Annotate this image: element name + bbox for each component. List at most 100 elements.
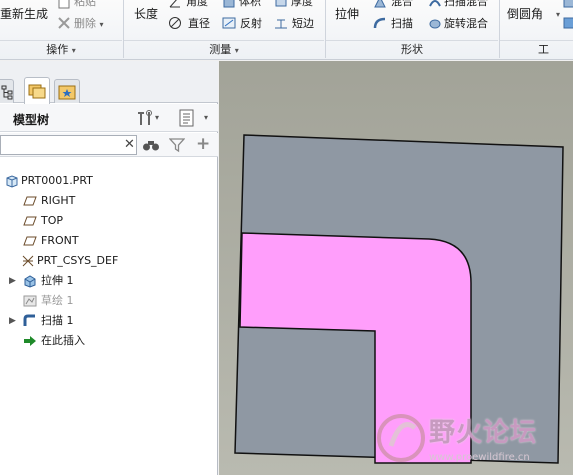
reflect-icon (222, 17, 236, 29)
watermark-logo-icon (377, 414, 425, 462)
sketch-icon (23, 295, 37, 307)
blend-icon (374, 0, 386, 8)
round-button[interactable]: 倒圆角 (507, 8, 543, 21)
round-dropdown-icon[interactable]: ▾ (556, 10, 560, 19)
tree-node-top[interactable]: TOP (0, 211, 200, 231)
paste-icon (58, 0, 70, 9)
delete-dropdown-icon[interactable]: ▾ (100, 20, 104, 29)
sweep-blend-button[interactable]: 扫描混合 (444, 0, 488, 8)
tree-node-sweep[interactable]: ▶ 扫描 1 (0, 311, 200, 331)
show-list-icon[interactable] (178, 109, 196, 127)
tree-node-extrude[interactable]: ▶ 拉伸 1 (0, 271, 200, 291)
watermark: 野火论坛 www.proewildfire.cn (369, 406, 569, 471)
tree-node-label: 草绘 1 (41, 294, 74, 307)
reflect-button[interactable]: 反射 (240, 17, 262, 30)
operations-dropdown-icon: ▾ (71, 46, 76, 55)
operations-group-label[interactable]: 操作 ▾ (0, 40, 122, 58)
expand-arrow-icon[interactable]: ▶ (9, 311, 16, 331)
hole-icon (563, 17, 573, 29)
short-edge-icon (275, 19, 287, 29)
operations-group: 重新生成 粘贴 删除 ▾ 操作 ▾ (0, 0, 122, 60)
clear-search-icon[interactable]: ✕ (124, 137, 135, 152)
graphics-viewport[interactable]: 野火论坛 www.proewildfire.cn (219, 61, 573, 475)
measure-group: 长度 角度 体积 厚度 直径 反射 短边 测量 ▾ (124, 0, 324, 60)
add-icon[interactable]: + (196, 134, 210, 154)
measure-group-label[interactable]: 测量 ▾ (124, 40, 324, 58)
csys-icon (22, 255, 34, 267)
sweep-icon (373, 17, 386, 29)
model-tree-title: 模型树 (13, 113, 50, 127)
volume-icon (223, 0, 235, 8)
model-tree-header: 模型树 ▾ ▾ (0, 104, 218, 132)
tree-node-label: TOP (41, 214, 64, 227)
watermark-title: 野火论坛 (429, 418, 538, 448)
thickness-icon (275, 0, 287, 7)
rotate-blend-button[interactable]: 旋转混合 (444, 17, 488, 30)
datum-plane-icon (23, 216, 37, 226)
ribbon: 重新生成 粘贴 删除 ▾ 操作 ▾ 长度 角度 体积 厚度 直径 反射 短边 测… (0, 0, 573, 60)
watermark-url: www.proewildfire.cn (429, 452, 530, 463)
measure-label: 测量 (209, 43, 232, 56)
shape-group: 拉伸 混合 扫描混合 扫描 旋转混合 形状 (326, 0, 498, 60)
settings-dropdown-icon[interactable]: ▾ (155, 113, 159, 122)
tree-node-front[interactable]: FRONT (0, 231, 200, 251)
tree-node-label: RIGHT (41, 194, 76, 207)
tree-node-csys[interactable]: PRT_CSYS_DEF (0, 251, 200, 271)
tree-node-label: PRT_CSYS_DEF (37, 254, 119, 267)
insert-here-icon (24, 336, 36, 346)
navigator-panel: 模型树 ▾ ▾ ✕ + PRT0001.PRT RIGHT TOP FRONT … (0, 61, 218, 475)
tree-node-insert-here[interactable]: 在此插入 (0, 331, 200, 351)
tree-node-part[interactable]: PRT0001.PRT (0, 171, 200, 191)
operations-label: 操作 (46, 43, 69, 56)
navigator-tabs (0, 61, 218, 104)
search-input[interactable] (0, 135, 137, 155)
regenerate-button[interactable]: 重新生成 (0, 8, 48, 21)
delete-button[interactable]: 删除 ▾ (74, 17, 104, 31)
paste-button[interactable]: 粘贴 (74, 0, 96, 8)
tree-node-label: 扫描 1 (41, 314, 74, 327)
tree-node-right[interactable]: RIGHT (0, 191, 200, 211)
rotate-blend-icon (429, 19, 441, 29)
blend-button[interactable]: 混合 (391, 0, 413, 8)
folder-browser-tab[interactable] (24, 77, 50, 104)
tree-node-label: PRT0001.PRT (21, 174, 93, 187)
sweep-icon (23, 314, 35, 326)
filter-icon[interactable] (169, 137, 185, 153)
datum-plane-icon (23, 236, 37, 246)
extrude-icon (24, 275, 36, 288)
angle-icon (169, 0, 180, 8)
measure-dropdown-icon: ▾ (234, 46, 239, 55)
engineering-group: 倒圆角 ▾ 工 (500, 0, 573, 60)
diameter-button[interactable]: 直径 (188, 17, 210, 30)
tree-node-sketch[interactable]: 草绘 1 (0, 291, 200, 311)
tree-node-label: 在此插入 (41, 334, 85, 347)
find-binoculars-icon[interactable] (142, 138, 160, 152)
favorites-folder-icon (58, 85, 76, 100)
short-edge-button[interactable]: 短边 (292, 17, 314, 30)
diameter-icon (169, 17, 181, 29)
tree-node-label: 拉伸 1 (41, 274, 74, 287)
delete-icon (58, 17, 70, 29)
favorites-tab[interactable] (54, 79, 80, 103)
tree-node-label: FRONT (41, 234, 79, 247)
sweep-button[interactable]: 扫描 (391, 17, 413, 30)
extrude-button[interactable]: 拉伸 (335, 8, 359, 21)
engineering-group-label: 工 (500, 40, 573, 58)
folder-stack-icon (28, 84, 46, 99)
part-icon (6, 175, 18, 188)
layer-tab[interactable] (0, 79, 14, 103)
length-button[interactable]: 长度 (134, 8, 158, 21)
search-row: ✕ + (0, 133, 218, 157)
datum-plane-icon (23, 196, 37, 206)
chamfer-icon (563, 0, 573, 8)
thickness-button[interactable]: 厚度 (291, 0, 313, 8)
show-dropdown-icon[interactable]: ▾ (204, 113, 208, 122)
settings-tools-icon[interactable] (135, 109, 155, 127)
shape-group-label: 形状 (326, 40, 498, 58)
delete-label: 删除 (74, 17, 96, 30)
tree-structure-icon (1, 85, 13, 100)
sweep-blend-icon (429, 0, 441, 7)
angle-button[interactable]: 角度 (186, 0, 208, 8)
volume-button[interactable]: 体积 (239, 0, 261, 8)
expand-arrow-icon[interactable]: ▶ (9, 271, 16, 291)
